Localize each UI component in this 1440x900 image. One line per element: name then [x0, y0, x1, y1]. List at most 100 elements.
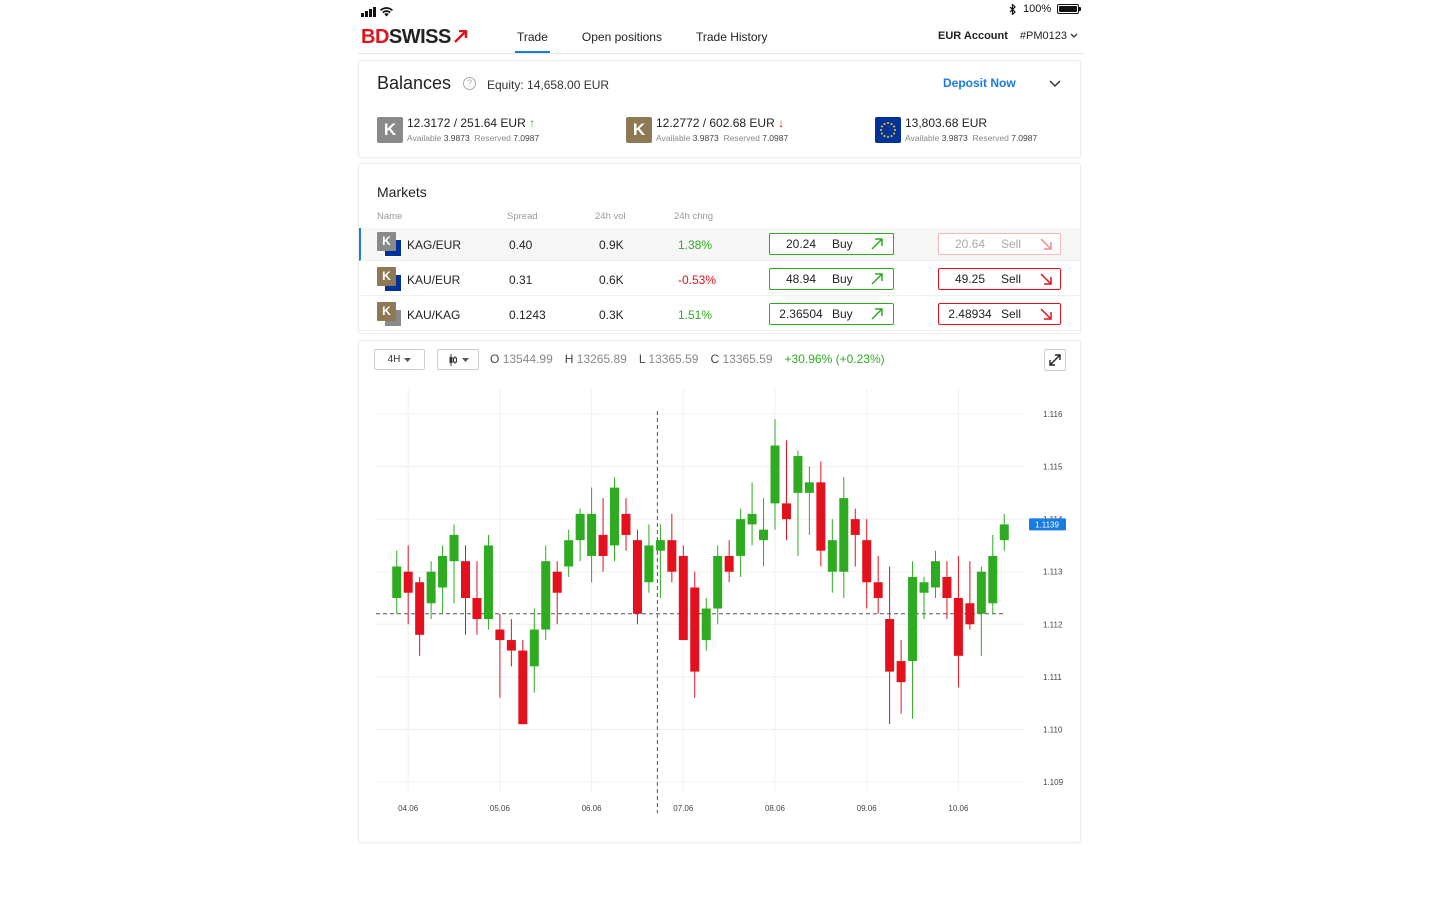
y-tick-label: 1.109 — [1043, 778, 1064, 787]
y-tick-label: 1.111 — [1043, 673, 1062, 682]
interval-dropdown[interactable]: 4H — [374, 349, 425, 370]
chevron-down-icon[interactable] — [1047, 75, 1063, 91]
deposit-now-button[interactable]: Deposit Now — [943, 76, 1016, 90]
candle-body — [621, 513, 631, 535]
balances-title: Balances — [377, 73, 452, 93]
account-selector[interactable]: EUR Account #PM0123 — [938, 30, 1078, 42]
base-currency-icon: K — [377, 232, 396, 251]
buy-button[interactable]: 2.36504 Buy — [769, 303, 894, 325]
candle-body — [495, 629, 505, 641]
candle-body — [896, 661, 906, 683]
candle-body — [426, 571, 436, 604]
status-bar-left — [361, 5, 393, 17]
expand-button[interactable] — [1044, 349, 1066, 371]
markets-title: Markets — [377, 184, 427, 200]
arrow-down-icon: ↓ — [778, 116, 785, 130]
reserved-label: Reserved — [474, 133, 511, 143]
market-row[interactable]: K KAU/EUR 0.31 0.6K -0.53% 48.94 Buy 49.25 Sell — [359, 263, 1080, 296]
equity-value: Equity: 14,658.00 EUR — [487, 78, 610, 92]
markets-panel: Markets Name Spread 24h vol 24h chng K KA… — [358, 163, 1081, 334]
arrow-up-right-icon — [871, 238, 883, 250]
candle-body — [415, 582, 425, 635]
sell-button[interactable]: 49.25 Sell — [938, 268, 1061, 290]
sell-label: Sell — [1001, 237, 1022, 251]
market-vol: 0.3K — [599, 308, 624, 322]
candle-body — [506, 640, 516, 651]
candle-body — [644, 545, 654, 583]
candle-body — [713, 555, 723, 609]
y-tick-label: 1.110 — [1043, 725, 1063, 734]
caret-down-icon — [461, 357, 469, 362]
candle-body — [976, 571, 986, 614]
candle-body — [953, 598, 963, 656]
tab-trade[interactable]: Trade — [508, 30, 557, 53]
wifi-icon — [380, 7, 393, 17]
candle-body — [908, 576, 918, 662]
candle-body — [392, 566, 402, 598]
x-tick-label: 09.06 — [857, 804, 878, 813]
y-tick-label: 1.112 — [1043, 620, 1063, 629]
buy-button[interactable]: 20.24 Buy — [769, 233, 894, 255]
asset-amount: 13,803.68 EUR — [905, 116, 988, 130]
candle-body — [988, 555, 998, 604]
available-label: Available — [656, 133, 691, 143]
market-vol: 0.6K — [599, 273, 624, 287]
available-label: Available — [407, 133, 442, 143]
candle-body — [930, 561, 940, 588]
candlestick-chart[interactable]: 1.1161.1151.1141.1131.1121.1111.1101.109… — [359, 381, 1080, 821]
base-currency-icon: K — [377, 302, 396, 321]
candle-body — [839, 498, 849, 572]
asset-eur: 13,803.68 EUR Available 3.9873 Reserved … — [875, 116, 1037, 143]
column-header-spread: Spread — [507, 211, 538, 222]
buy-price: 20.24 — [785, 237, 817, 251]
candle-body — [529, 629, 539, 667]
market-row[interactable]: K KAU/KAG 0.1243 0.3K 1.51% 2.36504 Buy 2.48934… — [359, 298, 1080, 331]
y-tick-label: 1.115 — [1043, 463, 1063, 472]
candle-body — [827, 540, 837, 572]
market-change: 1.38% — [678, 238, 713, 252]
tab-trade-history[interactable]: Trade History — [687, 30, 777, 53]
column-header-chng: 24h chng — [674, 211, 714, 222]
buy-label: Buy — [832, 272, 853, 286]
x-tick-label: 05.06 — [490, 804, 511, 813]
column-header-vol: 24h vol — [595, 211, 626, 222]
candle-body — [793, 456, 803, 493]
battery-icon — [1057, 4, 1082, 14]
base-currency-icon: K — [377, 267, 396, 286]
market-row[interactable]: K KAG/EUR 0.40 0.9K 1.38% 20.24 Buy 20.64 Sell — [359, 228, 1080, 261]
market-name: KAU/EUR — [407, 273, 461, 287]
account-id: #PM0123 — [1019, 30, 1067, 42]
chart-type-dropdown[interactable] — [437, 349, 479, 370]
logo-swiss: SWISS — [388, 26, 451, 48]
market-spread: 0.40 — [509, 238, 533, 252]
kag-icon: K — [377, 117, 403, 143]
reserved-value: 7.0987 — [762, 133, 789, 143]
reserved-value: 7.0987 — [513, 133, 540, 143]
help-icon[interactable]: ? — [463, 77, 476, 90]
candle-body — [575, 513, 585, 541]
tab-open-positions[interactable]: Open positions — [573, 30, 671, 53]
candle-body — [736, 519, 746, 556]
buy-button[interactable]: 48.94 Buy — [769, 268, 894, 290]
sell-label: Sell — [1001, 307, 1022, 321]
status-bar-right: 100% — [1009, 3, 1082, 15]
ohlc-change: +30.96% (+0.23%) — [784, 352, 885, 366]
y-tick-label: 1.116 — [1043, 410, 1063, 419]
asset-kau: K 12.2772 / 602.68 EUR ↓ Available 3.987… — [626, 116, 788, 143]
bdswiss-logo[interactable]: BDSWISS — [361, 26, 468, 49]
kau-icon: K — [626, 117, 652, 143]
ohlc-low: L 13365.59 — [638, 352, 699, 366]
sell-button[interactable]: 2.48934 Sell — [938, 303, 1061, 325]
market-change: -0.53% — [678, 273, 717, 287]
battery-level — [1059, 6, 1078, 12]
pair-icon: K — [377, 267, 403, 293]
buy-price: 2.36504 — [779, 307, 823, 321]
market-vol: 0.9K — [599, 238, 624, 252]
account-name: EUR Account — [938, 30, 1008, 42]
ohlc-readout: O 13544.99 H 13265.89 L 13365.59 C 13365… — [490, 352, 885, 366]
market-change: 1.51% — [678, 308, 713, 322]
sell-price: 2.48934 — [948, 307, 992, 321]
caret-down-icon — [404, 357, 412, 362]
candle-body — [403, 571, 413, 593]
sell-button[interactable]: 20.64 Sell — [938, 233, 1061, 255]
